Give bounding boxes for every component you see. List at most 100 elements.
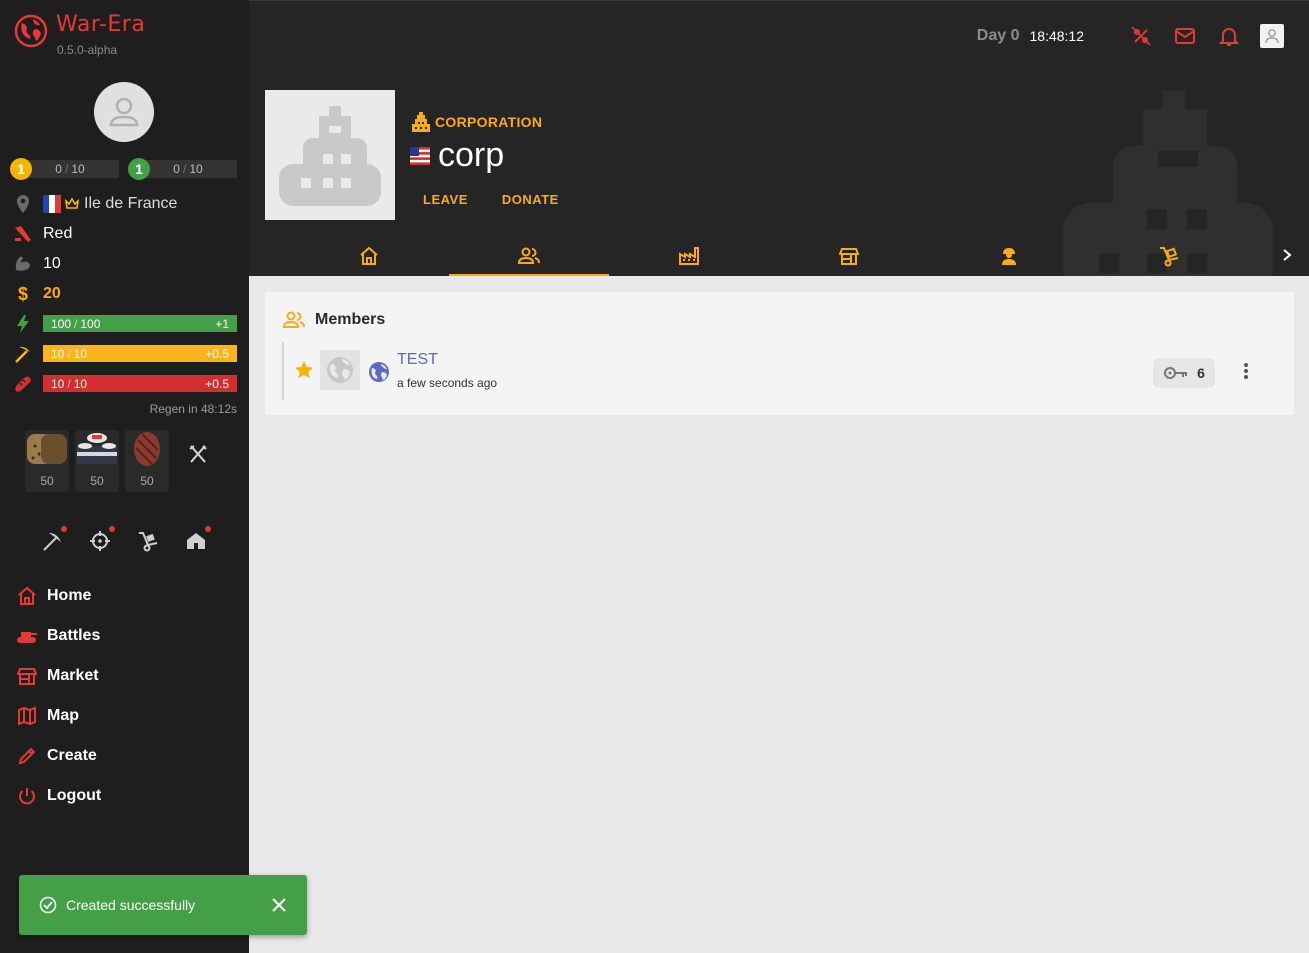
region-line[interactable]: Ile de France [12, 193, 177, 215]
mail-icon [1175, 28, 1195, 44]
sushi-icon [77, 433, 117, 464]
level-b-bar: 0/10 [139, 160, 237, 178]
app-name: War-Era [56, 12, 146, 37]
user-menu-avatar[interactable] [1260, 24, 1284, 48]
level-a-bar: 0/10 [21, 160, 119, 178]
work-bar: 10/10 +0.5 [43, 345, 237, 362]
food-item-bread[interactable]: 50 [25, 430, 69, 492]
corporation-tabs [249, 235, 1309, 276]
level-b-badge: 1 [128, 158, 150, 180]
nav-battles[interactable]: Battles [16, 625, 100, 647]
pickaxe-icon [12, 343, 34, 365]
health-value: 100 [51, 316, 72, 331]
chevron-right-icon [1283, 249, 1292, 261]
notification-dot [109, 526, 115, 532]
toast-message: Created successfully [66, 897, 196, 913]
quick-home-button[interactable] [183, 526, 211, 554]
member-joined-time: a few seconds ago [397, 376, 498, 390]
food-qty: 50 [90, 474, 104, 488]
corporation-type: CORPORATION [412, 112, 542, 132]
corporation-actions: LEAVE DONATE [413, 190, 583, 209]
bell-icon [1218, 28, 1240, 46]
dollar-icon: $ [17, 283, 28, 304]
pencil-icon [16, 745, 38, 767]
lightning-icon [12, 313, 34, 335]
party-name: Red [43, 225, 73, 242]
crown-icon [65, 198, 79, 210]
tab-members[interactable] [449, 235, 609, 276]
party-line[interactable]: Red [12, 223, 72, 245]
user-icon [1265, 29, 1279, 44]
party-icon [12, 223, 34, 245]
member-keys-count: 6 [1197, 365, 1205, 381]
home-icon [16, 585, 38, 607]
tab-workers[interactable] [929, 235, 1089, 276]
level-a-badge: 1 [10, 158, 32, 180]
food-item-steak[interactable]: 50 [125, 430, 169, 492]
region-name: Ile de France [84, 195, 178, 212]
brand[interactable]: War-Era 0.5.0-alpha [14, 12, 145, 57]
level-b-value: 0 [173, 162, 180, 176]
hand-truck-icon [139, 532, 158, 552]
close-icon [272, 898, 286, 912]
corporation-icon [412, 112, 430, 132]
hunger-regen: +0.5 [205, 376, 229, 391]
health-max: 100 [80, 316, 101, 331]
steak-icon [134, 432, 160, 466]
close-toast-button[interactable] [271, 897, 287, 913]
quick-work-button[interactable] [39, 526, 67, 554]
france-flag-icon [43, 195, 61, 213]
nav-market[interactable]: Market [16, 665, 99, 687]
member-name-link[interactable]: TEST [397, 351, 438, 369]
nav-logout-label: Logout [47, 787, 102, 804]
discount-off-icon [1131, 26, 1151, 46]
success-toast: Created successfully [19, 875, 307, 935]
bicep-icon [12, 253, 34, 275]
factory-icon [679, 247, 699, 265]
home-icon [360, 246, 378, 265]
member-keys-badge[interactable]: 6 [1153, 358, 1215, 388]
notifications-button[interactable] [1216, 23, 1242, 49]
nav-home[interactable]: Home [16, 585, 91, 607]
strength-value: 10 [43, 255, 61, 272]
level-b-row: 1 0/10 [128, 158, 237, 180]
tabs-scroll-right-button[interactable] [1275, 243, 1299, 267]
bread-icon [27, 434, 67, 464]
nav-map[interactable]: Map [16, 705, 79, 727]
member-avatar[interactable] [320, 350, 360, 390]
food-qty: 50 [140, 474, 154, 488]
avatar[interactable] [94, 82, 154, 142]
percent-button[interactable] [1128, 23, 1154, 49]
work-value: 10 [51, 346, 65, 361]
user-icon [109, 97, 139, 127]
corporation-image [265, 90, 395, 220]
nav-logout[interactable]: Logout [16, 785, 101, 807]
usa-flag-icon [410, 146, 430, 165]
people-icon [518, 247, 540, 264]
quick-battle-button[interactable] [87, 526, 115, 554]
eat-button[interactable] [186, 442, 210, 466]
food-item-sushi[interactable]: 50 [75, 430, 119, 492]
tab-transport[interactable] [1089, 235, 1249, 276]
nav-create[interactable]: Create [16, 745, 97, 767]
work-max: 10 [73, 346, 88, 361]
fork-knife-icon [189, 445, 207, 463]
strength-line: 10 [12, 253, 61, 275]
nav-home-label: Home [47, 587, 92, 604]
pickaxe-icon [43, 533, 61, 551]
nav-map-label: Map [47, 707, 79, 724]
messages-button[interactable] [1172, 23, 1198, 49]
house-icon [187, 533, 205, 549]
leave-button[interactable]: LEAVE [413, 190, 478, 209]
people-icon [283, 311, 305, 328]
nav-battles-label: Battles [47, 627, 101, 644]
tab-companies[interactable] [609, 235, 769, 276]
member-row: TEST a few seconds ago 6 [282, 342, 1277, 400]
tab-home[interactable] [289, 235, 449, 276]
tab-market[interactable] [769, 235, 929, 276]
quick-transport-button[interactable] [135, 528, 161, 554]
member-menu-button[interactable] [1235, 360, 1257, 382]
notification-dot [205, 526, 211, 532]
donate-button[interactable]: DONATE [492, 190, 569, 209]
corporation-type-label: CORPORATION [435, 114, 543, 130]
